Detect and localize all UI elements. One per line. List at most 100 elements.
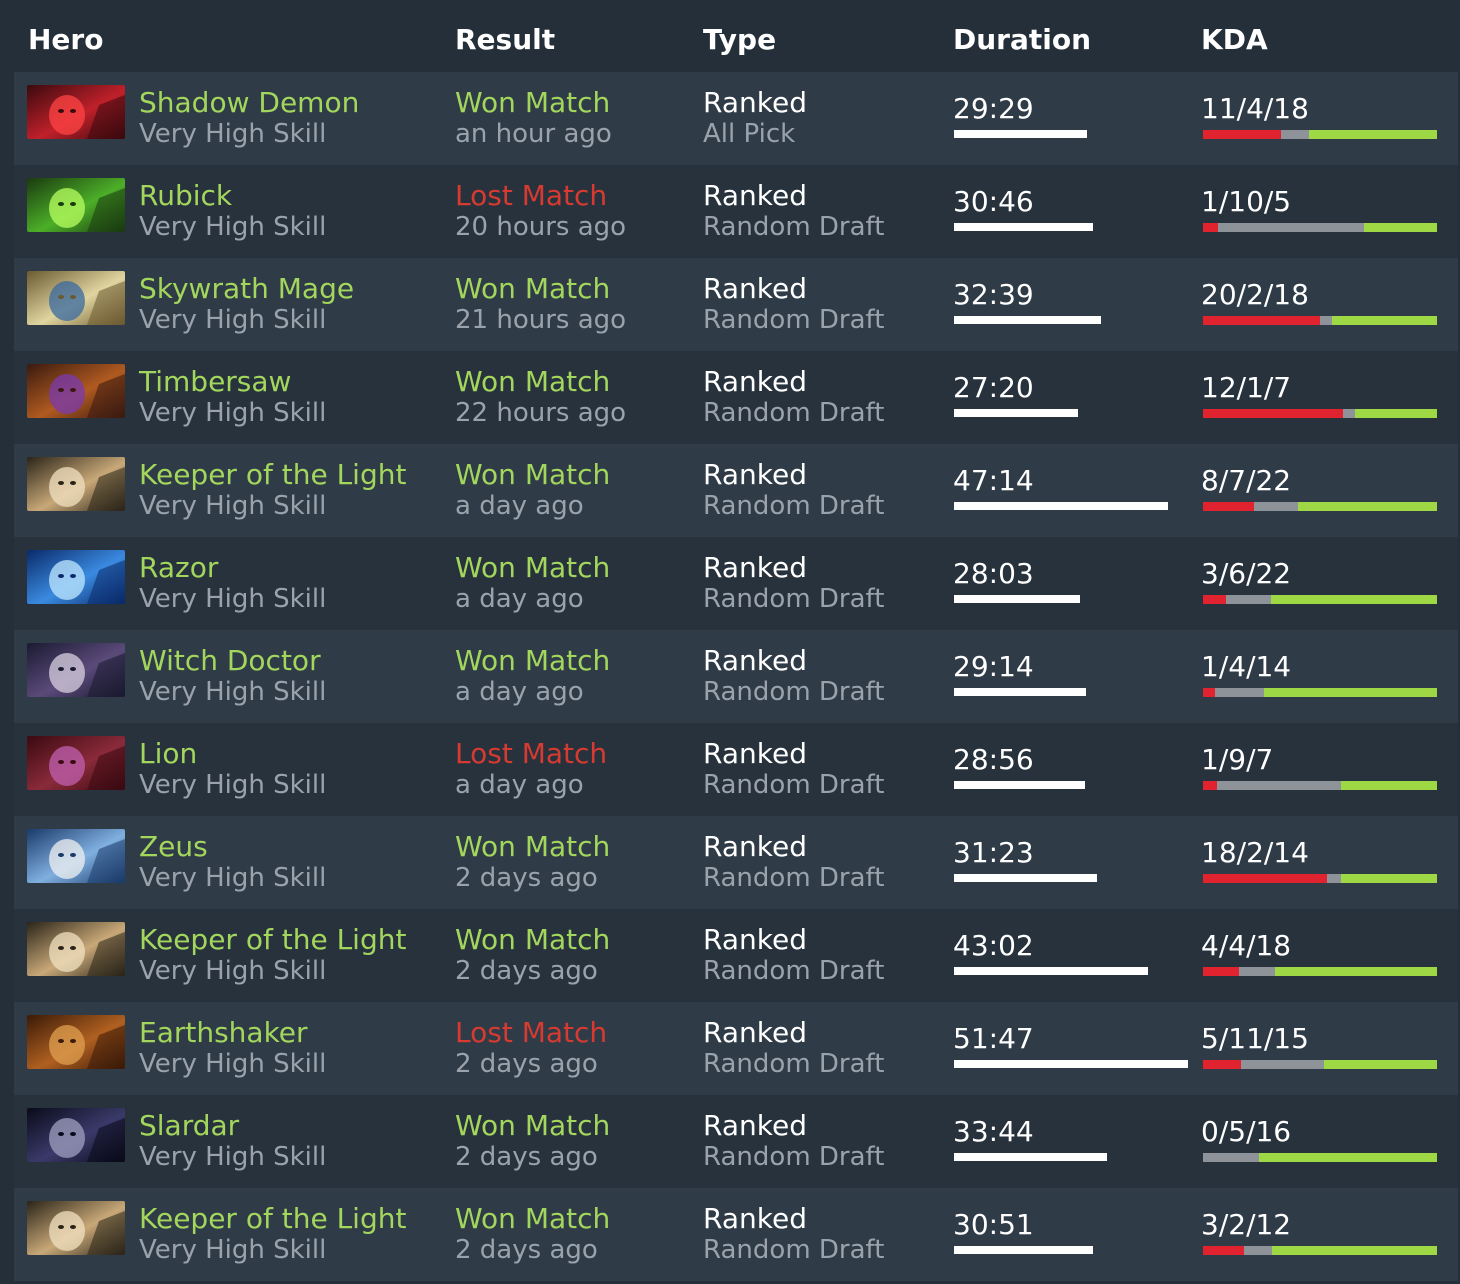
- assists-segment: [1341, 874, 1437, 883]
- witch-doctor-portrait-icon: [27, 643, 125, 697]
- match-result[interactable]: Won Match: [455, 272, 610, 306]
- match-result[interactable]: Lost Match: [455, 1016, 607, 1050]
- match-result[interactable]: Won Match: [455, 923, 610, 957]
- match-result[interactable]: Won Match: [455, 551, 610, 585]
- game-mode: Random Draft: [703, 1235, 885, 1265]
- deaths-segment: [1203, 1153, 1259, 1162]
- deaths-segment: [1218, 223, 1364, 232]
- skill-bracket: Very High Skill: [139, 1142, 327, 1172]
- table-row[interactable]: Zeus Very High Skill Won Match 2 days ag…: [14, 816, 1458, 909]
- match-result[interactable]: Won Match: [455, 86, 610, 120]
- skywrath-mage-portrait-icon: [27, 271, 125, 325]
- game-mode: Random Draft: [703, 305, 885, 335]
- hero-name[interactable]: Rubick: [139, 179, 232, 213]
- kills-segment: [1203, 502, 1254, 511]
- hero-name[interactable]: Lion: [139, 737, 197, 771]
- game-mode: Random Draft: [703, 212, 885, 242]
- hero-name[interactable]: Timbersaw: [139, 365, 291, 399]
- hero-name[interactable]: Skywrath Mage: [139, 272, 354, 306]
- column-header-duration[interactable]: Duration: [953, 22, 1091, 58]
- keeper-of-the-light-portrait-icon: [27, 1201, 125, 1255]
- match-result[interactable]: Won Match: [455, 1109, 610, 1143]
- duration-bar: [954, 502, 1168, 510]
- lion-portrait-icon: [27, 736, 125, 790]
- game-mode: Random Draft: [703, 863, 885, 893]
- match-time: 2 days ago: [455, 956, 598, 986]
- table-row[interactable]: Shadow Demon Very High Skill Won Match a…: [14, 72, 1458, 165]
- skill-bracket: Very High Skill: [139, 305, 327, 335]
- hero-name[interactable]: Earthshaker: [139, 1016, 308, 1050]
- kda-value: 1/4/14: [1201, 650, 1292, 683]
- skill-bracket: Very High Skill: [139, 956, 327, 986]
- kda-bar: [1203, 130, 1437, 139]
- match-result[interactable]: Lost Match: [455, 737, 607, 771]
- match-time: 2 days ago: [455, 1235, 598, 1265]
- table-row[interactable]: Razor Very High Skill Won Match a day ag…: [14, 537, 1458, 630]
- column-header-result[interactable]: Result: [455, 22, 555, 58]
- column-header-type[interactable]: Type: [703, 22, 776, 58]
- match-result[interactable]: Won Match: [455, 365, 610, 399]
- hero-name[interactable]: Razor: [139, 551, 218, 585]
- table-row[interactable]: Keeper of the Light Very High Skill Won …: [14, 909, 1458, 1002]
- skill-bracket: Very High Skill: [139, 491, 327, 521]
- match-result[interactable]: Won Match: [455, 830, 610, 864]
- skill-bracket: Very High Skill: [139, 1049, 327, 1079]
- kda-bar: [1203, 1153, 1437, 1162]
- match-time: 21 hours ago: [455, 305, 627, 335]
- lobby-type: Ranked: [703, 86, 807, 119]
- duration-bar: [954, 781, 1085, 789]
- assists-segment: [1355, 409, 1437, 418]
- kda-value: 4/4/18: [1201, 929, 1292, 962]
- duration-bar: [954, 595, 1080, 603]
- table-row[interactable]: Rubick Very High Skill Lost Match 20 hou…: [14, 165, 1458, 258]
- table-row[interactable]: Slardar Very High Skill Won Match 2 days…: [14, 1095, 1458, 1188]
- duration-bar: [954, 967, 1148, 975]
- deaths-segment: [1226, 595, 1271, 604]
- table-row[interactable]: Keeper of the Light Very High Skill Won …: [14, 444, 1458, 537]
- match-result[interactable]: Lost Match: [455, 179, 607, 213]
- game-mode: All Pick: [703, 119, 796, 149]
- match-result[interactable]: Won Match: [455, 644, 610, 678]
- match-result[interactable]: Won Match: [455, 1202, 610, 1236]
- assists-segment: [1309, 130, 1437, 139]
- lobby-type: Ranked: [703, 644, 807, 677]
- hero-name[interactable]: Slardar: [139, 1109, 239, 1143]
- kills-segment: [1203, 781, 1217, 790]
- column-header-kda[interactable]: KDA: [1201, 22, 1268, 58]
- deaths-segment: [1327, 874, 1341, 883]
- kills-segment: [1203, 223, 1218, 232]
- kills-segment: [1203, 595, 1226, 604]
- hero-name[interactable]: Witch Doctor: [139, 644, 321, 678]
- hero-name[interactable]: Zeus: [139, 830, 208, 864]
- lobby-type: Ranked: [703, 923, 807, 956]
- kills-segment: [1203, 316, 1320, 325]
- column-header-hero[interactable]: Hero: [28, 22, 103, 58]
- kda-value: 3/2/12: [1201, 1208, 1292, 1241]
- match-duration: 28:56: [953, 743, 1034, 776]
- table-row[interactable]: Lion Very High Skill Lost Match a day ag…: [14, 723, 1458, 816]
- hero-name[interactable]: Shadow Demon: [139, 86, 359, 120]
- skill-bracket: Very High Skill: [139, 119, 327, 149]
- kda-bar: [1203, 1246, 1437, 1255]
- hero-name[interactable]: Keeper of the Light: [139, 923, 406, 957]
- hero-name[interactable]: Keeper of the Light: [139, 1202, 406, 1236]
- duration-bar: [954, 223, 1093, 231]
- table-row[interactable]: Witch Doctor Very High Skill Won Match a…: [14, 630, 1458, 723]
- match-duration: 32:39: [953, 278, 1034, 311]
- duration-bar: [954, 316, 1101, 324]
- match-duration: 28:03: [953, 557, 1034, 590]
- rubick-portrait-icon: [27, 178, 125, 232]
- lobby-type: Ranked: [703, 365, 807, 398]
- skill-bracket: Very High Skill: [139, 677, 327, 707]
- duration-bar: [954, 1246, 1093, 1254]
- match-result[interactable]: Won Match: [455, 458, 610, 492]
- lobby-type: Ranked: [703, 1016, 807, 1049]
- table-row[interactable]: Skywrath Mage Very High Skill Won Match …: [14, 258, 1458, 351]
- match-duration: 51:47: [953, 1022, 1034, 1055]
- table-row[interactable]: Earthshaker Very High Skill Lost Match 2…: [14, 1002, 1458, 1095]
- table-row[interactable]: Keeper of the Light Very High Skill Won …: [14, 1188, 1458, 1281]
- game-mode: Random Draft: [703, 1142, 885, 1172]
- table-row[interactable]: Timbersaw Very High Skill Won Match 22 h…: [14, 351, 1458, 444]
- hero-name[interactable]: Keeper of the Light: [139, 458, 406, 492]
- match-duration: 27:20: [953, 371, 1034, 404]
